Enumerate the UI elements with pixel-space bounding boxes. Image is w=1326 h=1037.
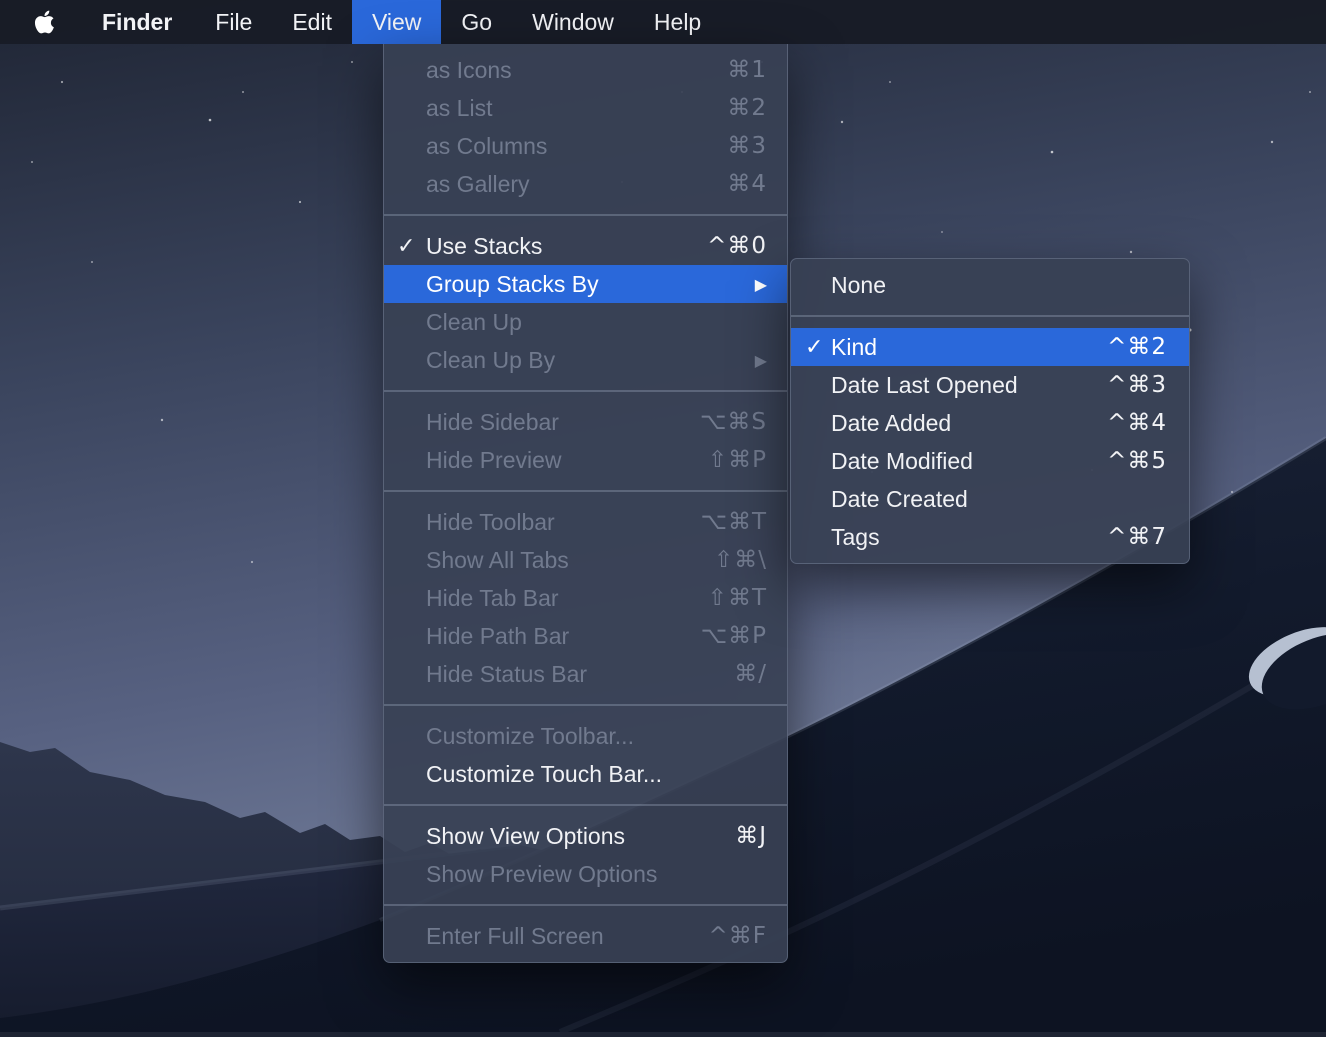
menu-item-enter-full-screen: Enter Full Screen ^⌘F <box>384 917 787 955</box>
menu-item-label: Enter Full Screen <box>426 923 708 950</box>
menu-item-label: Clean Up <box>426 309 767 336</box>
shortcut-label: ^⌘3 <box>1107 372 1167 398</box>
menu-item-hide-toolbar: Hide Toolbar ⌥⌘T <box>384 503 787 541</box>
menu-item-clean-up-by: Clean Up By ▶ <box>384 341 787 379</box>
menu-item-label: Hide Sidebar <box>426 409 700 436</box>
checkmark-icon: ✓ <box>397 234 426 259</box>
menu-item-group-stacks-by[interactable]: Group Stacks By ▶ <box>384 265 787 303</box>
menu-item-label: as Icons <box>426 57 727 84</box>
menu-separator <box>384 704 787 706</box>
menu-item-as-columns: as Columns ⌘3 <box>384 127 787 165</box>
shortcut-label: ⌘4 <box>727 171 767 197</box>
submenu-item-date-added[interactable]: Date Added ^⌘4 <box>791 404 1189 442</box>
menu-item-label: Date Created <box>831 486 1167 513</box>
submenu-item-kind[interactable]: ✓ Kind ^⌘2 <box>791 328 1189 366</box>
menu-item-label: Hide Preview <box>426 447 708 474</box>
menu-separator <box>384 904 787 906</box>
menu-separator <box>384 390 787 392</box>
menu-item-label: None <box>831 272 1167 299</box>
menubar-item-file[interactable]: File <box>195 0 272 44</box>
menu-separator <box>384 214 787 216</box>
shortcut-label: ⌘2 <box>727 95 767 121</box>
menu-item-label: Date Added <box>831 410 1107 437</box>
menu-item-show-preview-options: Show Preview Options <box>384 855 787 893</box>
menu-item-label: Show All Tabs <box>426 547 714 574</box>
submenu-item-none[interactable]: None <box>791 266 1189 304</box>
menu-item-hide-tab-bar: Hide Tab Bar ⇧⌘T <box>384 579 787 617</box>
group-stacks-by-submenu: None ✓ Kind ^⌘2 Date Last Opened ^⌘3 Dat… <box>790 258 1190 564</box>
menubar-item-help[interactable]: Help <box>634 0 721 44</box>
menu-separator <box>791 315 1189 317</box>
shortcut-label: ⌘J <box>735 823 767 849</box>
shortcut-label: ^⌘2 <box>1107 334 1167 360</box>
shortcut-label: ⌘3 <box>727 133 767 159</box>
menu-item-label: Kind <box>831 334 1107 361</box>
menubar-item-view[interactable]: View <box>352 0 441 44</box>
menu-item-hide-status-bar: Hide Status Bar ⌘/ <box>384 655 787 693</box>
menu-item-label: Hide Status Bar <box>426 661 734 688</box>
submenu-item-date-modified[interactable]: Date Modified ^⌘5 <box>791 442 1189 480</box>
submenu-item-tags[interactable]: Tags ^⌘7 <box>791 518 1189 556</box>
shortcut-label: ^⌘4 <box>1107 410 1167 436</box>
menu-item-show-view-options[interactable]: Show View Options ⌘J <box>384 817 787 855</box>
menu-item-label: Group Stacks By <box>426 271 747 298</box>
menu-item-label: Hide Path Bar <box>426 623 701 650</box>
shortcut-label: ⌘1 <box>727 57 767 83</box>
menu-item-label: as Gallery <box>426 171 727 198</box>
menubar-item-finder[interactable]: Finder <box>79 0 195 44</box>
menu-item-label: Show Preview Options <box>426 861 767 888</box>
menu-item-hide-preview: Hide Preview ⇧⌘P <box>384 441 787 479</box>
menu-item-label: as List <box>426 95 727 122</box>
menu-item-label: Customize Toolbar... <box>426 723 767 750</box>
menu-item-hide-path-bar: Hide Path Bar ⌥⌘P <box>384 617 787 655</box>
menu-bar: Finder File Edit View Go Window Help <box>0 0 1326 44</box>
checkmark-icon: ✓ <box>805 335 831 360</box>
menu-item-label: Use Stacks <box>426 233 707 260</box>
menu-item-label: Tags <box>831 524 1107 551</box>
menu-item-label: Date Modified <box>831 448 1107 475</box>
menu-item-clean-up: Clean Up <box>384 303 787 341</box>
menubar-item-window[interactable]: Window <box>512 0 634 44</box>
menu-item-label: Hide Tab Bar <box>426 585 708 612</box>
shortcut-label: ⇧⌘P <box>708 447 767 473</box>
menu-item-label: Clean Up By <box>426 347 747 374</box>
shortcut-label: ^⌘F <box>708 923 767 949</box>
menu-item-hide-sidebar: Hide Sidebar ⌥⌘S <box>384 403 787 441</box>
menu-item-show-all-tabs: Show All Tabs ⇧⌘\ <box>384 541 787 579</box>
shortcut-label: ⌥⌘S <box>700 409 767 435</box>
menu-item-use-stacks[interactable]: ✓ Use Stacks ^⌘0 <box>384 227 787 265</box>
shortcut-label: ^⌘5 <box>1107 448 1167 474</box>
shortcut-label: ⌥⌘T <box>700 509 767 535</box>
menu-item-label: Customize Touch Bar... <box>426 761 767 788</box>
menu-item-label: Show View Options <box>426 823 735 850</box>
submenu-item-date-last-opened[interactable]: Date Last Opened ^⌘3 <box>791 366 1189 404</box>
shortcut-label: ⌥⌘P <box>701 623 767 649</box>
menu-separator <box>384 804 787 806</box>
menu-item-customize-toolbar: Customize Toolbar... <box>384 717 787 755</box>
menu-item-label: Date Last Opened <box>831 372 1107 399</box>
shortcut-label: ⇧⌘T <box>708 585 767 611</box>
menubar-item-edit[interactable]: Edit <box>272 0 352 44</box>
apple-logo-icon <box>34 9 55 35</box>
menu-item-as-icons: as Icons ⌘1 <box>384 51 787 89</box>
menu-separator <box>384 490 787 492</box>
shortcut-label: ^⌘0 <box>707 233 767 259</box>
view-menu-dropdown: as Icons ⌘1 as List ⌘2 as Columns ⌘3 as … <box>383 44 788 963</box>
submenu-item-date-created[interactable]: Date Created <box>791 480 1189 518</box>
menu-item-as-gallery: as Gallery ⌘4 <box>384 165 787 203</box>
apple-menu[interactable] <box>10 0 79 44</box>
shortcut-label: ⇧⌘\ <box>714 547 767 573</box>
menubar-item-go[interactable]: Go <box>441 0 512 44</box>
menu-item-label: as Columns <box>426 133 727 160</box>
menu-item-as-list: as List ⌘2 <box>384 89 787 127</box>
submenu-arrow-icon: ▶ <box>755 351 767 370</box>
menu-item-customize-touch-bar[interactable]: Customize Touch Bar... <box>384 755 787 793</box>
shortcut-label: ^⌘7 <box>1107 524 1167 550</box>
shortcut-label: ⌘/ <box>734 661 767 687</box>
menu-item-label: Hide Toolbar <box>426 509 700 536</box>
submenu-arrow-icon: ▶ <box>755 275 767 294</box>
